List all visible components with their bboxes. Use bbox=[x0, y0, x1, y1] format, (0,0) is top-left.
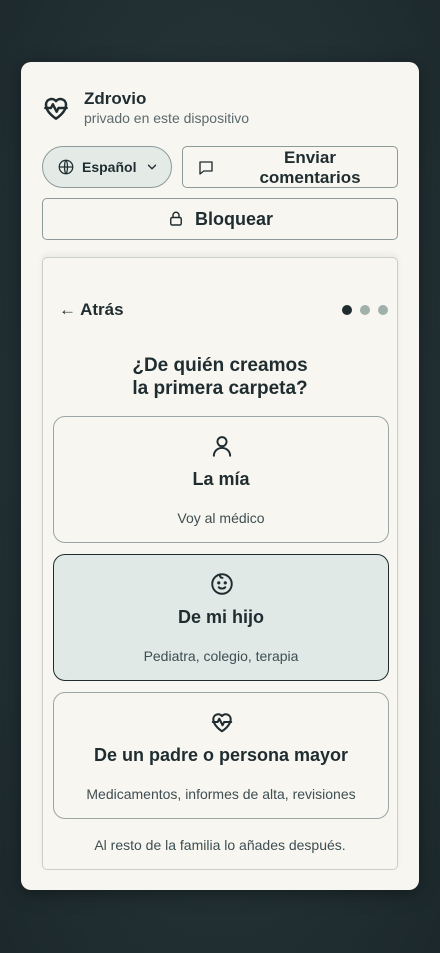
step-indicator bbox=[342, 305, 388, 315]
option-subtitle: Pediatra, colegio, terapia bbox=[143, 648, 299, 664]
option-child[interactable]: De mi hijo Pediatra, colegio, terapia bbox=[53, 554, 389, 681]
app-subtitle: privado en este dispositivo bbox=[84, 110, 249, 126]
step-dot-2 bbox=[360, 305, 370, 315]
language-label: Español bbox=[82, 159, 137, 175]
onboarding-card: ← Atrás ¿De quién creamos la primera car… bbox=[42, 257, 398, 870]
user-icon bbox=[212, 436, 232, 457]
lock-icon bbox=[170, 211, 182, 226]
option-subtitle: Medicamentos, informes de alta, revision… bbox=[86, 786, 356, 802]
feedback-label-line2: comentarios bbox=[259, 168, 361, 187]
heart-pulse-icon bbox=[44, 97, 68, 120]
option-subtitle: Voy al médico bbox=[177, 510, 265, 526]
heart-pulse-icon bbox=[211, 713, 233, 733]
brand-header: Zdrovio privado en este dispositivo bbox=[41, 88, 249, 127]
language-selector[interactable]: Español bbox=[42, 146, 172, 188]
step-dot-3 bbox=[378, 305, 388, 315]
feedback-label-line1: Enviar bbox=[284, 148, 336, 167]
app-panel: Zdrovio privado en este dispositivo Espa… bbox=[21, 62, 419, 890]
chevron-down-icon bbox=[148, 164, 157, 170]
option-parent[interactable]: De un padre o persona mayor Medicamentos… bbox=[53, 692, 389, 819]
back-button[interactable]: ← Atrás bbox=[59, 300, 124, 320]
send-feedback-button[interactable]: Enviar comentarios bbox=[182, 146, 398, 188]
app-name: Zdrovio bbox=[84, 89, 147, 108]
message-icon bbox=[199, 161, 213, 175]
option-title: De mi hijo bbox=[177, 607, 264, 627]
lock-label: Bloquear bbox=[194, 208, 273, 229]
footer-note: Al resto de la familia lo añades después… bbox=[94, 837, 346, 853]
option-title: La mía bbox=[192, 469, 250, 489]
baby-face-icon bbox=[211, 573, 233, 595]
option-title: De un padre o persona mayor bbox=[93, 745, 349, 765]
globe-icon bbox=[58, 159, 74, 175]
option-self[interactable]: La mía Voy al médico bbox=[53, 416, 389, 543]
question-heading: ¿De quién creamos la primera carpeta? bbox=[132, 355, 308, 399]
step-dot-1 bbox=[342, 305, 352, 315]
back-label: ← Atrás bbox=[59, 300, 124, 319]
lock-button[interactable]: Bloquear bbox=[42, 198, 398, 240]
